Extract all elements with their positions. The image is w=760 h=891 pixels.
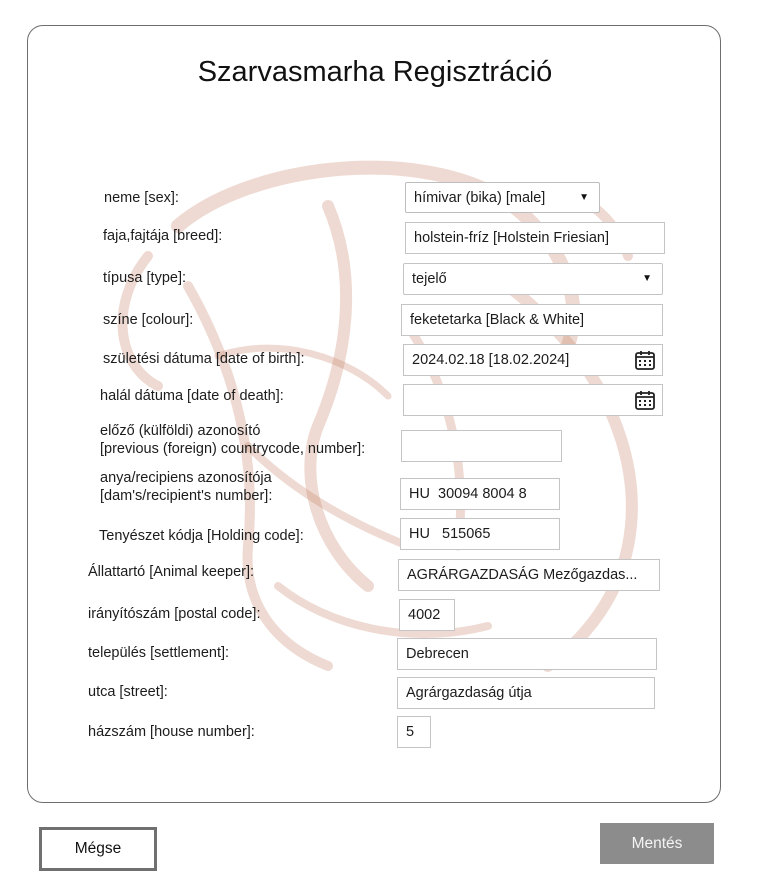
street-value: Agrárgazdaság útja — [406, 685, 532, 701]
postal-label: irányítószám [postal code]: — [88, 606, 261, 622]
type-label: típusa [type]: — [103, 270, 187, 286]
previous-id-label: előző (külföldi) azonosító [previous (fo… — [100, 422, 365, 458]
settlement-field[interactable]: Debrecen — [397, 638, 657, 670]
dod-date-field[interactable] — [403, 384, 663, 416]
keeper-value: AGRÁRGAZDASÁG Mezőgazdas... — [407, 567, 638, 583]
street-field[interactable]: Agrárgazdaság útja — [397, 677, 655, 709]
previous-id-field[interactable] — [401, 430, 562, 462]
breed-field-value: holstein-fríz [Holstein Friesian] — [414, 230, 610, 246]
sex-label: neme [sex]: — [104, 190, 179, 206]
colour-field-value: feketetarka [Black & White] — [410, 312, 585, 328]
settlement-label: település [settlement]: — [88, 645, 230, 661]
type-select-value: tejelő — [412, 271, 447, 287]
holding-code-field[interactable]: HU 515065 — [400, 518, 560, 550]
colour-field[interactable]: feketetarka [Black & White] — [401, 304, 663, 336]
postal-code-field[interactable]: 4002 — [399, 599, 455, 631]
previous-id-label-line-2: [previous (foreign) countrycode, number]… — [100, 441, 366, 457]
dam-label: anya/recipiens azonosítója [dam's/recipi… — [100, 469, 272, 505]
house-number-field[interactable]: 5 — [397, 716, 431, 748]
breed-label: faja,fajtája [breed]: — [103, 228, 223, 244]
dob-date-value: 2024.02.18 [18.02.2024] — [412, 352, 570, 368]
house-number-value: 5 — [406, 724, 415, 740]
dob-date-field[interactable]: 2024.02.18 [18.02.2024] — [403, 344, 663, 376]
previous-id-label-line-1: előző (külföldi) azonosító — [100, 423, 261, 439]
colour-label: színe [colour]: — [103, 312, 194, 328]
house-number-label: házszám [house number]: — [88, 724, 255, 740]
page-title: Szarvasmarha Regisztráció — [197, 56, 553, 88]
calendar-icon[interactable] — [634, 349, 656, 371]
save-button[interactable]: Mentés — [600, 823, 714, 864]
settlement-value: Debrecen — [406, 646, 469, 662]
dam-label-line-1: anya/recipiens azonosítója — [100, 470, 272, 486]
holding-label: Tenyészet kódja [Holding code]: — [99, 528, 304, 544]
type-select[interactable]: tejelő ▼ — [403, 263, 663, 295]
keeper-field[interactable]: AGRÁRGAZDASÁG Mezőgazdas... — [398, 559, 660, 591]
sex-select[interactable]: hímivar (bika) [male] ▼ — [405, 182, 600, 213]
keeper-label: Állattartó [Animal keeper]: — [88, 564, 255, 580]
holding-code-value: HU 515065 — [409, 526, 491, 542]
dam-number-value: HU 30094 8004 8 — [409, 486, 527, 502]
postal-code-value: 4002 — [408, 607, 441, 623]
calendar-icon[interactable] — [634, 389, 656, 411]
breed-field[interactable]: holstein-fríz [Holstein Friesian] — [405, 222, 665, 254]
dob-label: születési dátuma [date of birth]: — [103, 351, 305, 367]
street-label: utca [street]: — [88, 684, 168, 700]
sex-select-value: hímivar (bika) [male] — [414, 190, 546, 206]
dam-label-line-2: [dam's/recipient's number]: — [100, 488, 273, 504]
dod-label: halál dátuma [date of death]: — [100, 388, 284, 404]
dropdown-arrow-icon: ▼ — [579, 192, 589, 203]
dropdown-arrow-icon: ▼ — [642, 273, 652, 284]
dam-number-field[interactable]: HU 30094 8004 8 — [400, 478, 560, 510]
cancel-button[interactable]: Mégse — [39, 827, 157, 871]
